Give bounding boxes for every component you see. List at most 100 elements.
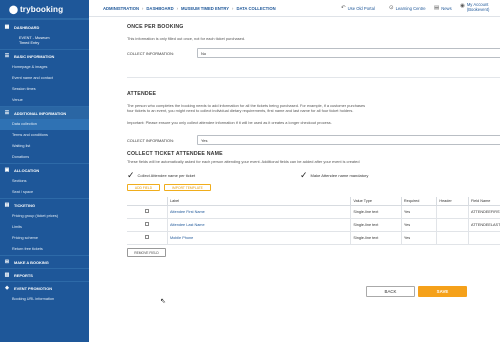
sidebar-item-venue[interactable]: Venue [0, 95, 89, 106]
sidebar-item-dashboard[interactable]: ▦ DASHBOARD [0, 19, 89, 34]
add-field-button[interactable]: ADD FIELD [127, 184, 160, 191]
row-header [436, 231, 469, 245]
learning-centre-link[interactable]: ⊙ Learning Centre [389, 5, 426, 11]
sidebar-item-label: DASHBOARD [14, 24, 40, 30]
checkbox-box [144, 235, 149, 239]
news-link[interactable]: ▤ News [434, 5, 452, 11]
row-label[interactable]: Attendee Last Name [167, 218, 352, 232]
sidebar-section-basic-information[interactable]: ☰ BASIC INFORMATION [0, 49, 89, 62]
attendee-desc-line2: four tickets to an event, you might need… [127, 108, 354, 113]
attendee-name-mandatory-checkbox[interactable]: ✓ Make Attendee name mandatory [300, 170, 368, 180]
attendee-collect-select[interactable]: Yes ▼ [197, 135, 500, 145]
table-row: Attendee Last Name Single-line text Yes … [127, 218, 500, 232]
app-window: ⬤ trybooking ▦ DASHBOARD EVENT - Museum … [0, 0, 500, 342]
my-account-link[interactable]: ◉ My Account (Bookevent) [460, 2, 489, 12]
row-label[interactable]: Mobile Phone [167, 231, 352, 245]
column-header-value-type: Value Type [350, 197, 402, 206]
attendee-note: Important: Please ensure you only collec… [127, 120, 332, 125]
sidebar-item-sections[interactable]: Sections [0, 176, 89, 187]
news-label: News [441, 5, 452, 11]
sidebar-section-allocation[interactable]: ▣ ALLOCATION [0, 163, 89, 176]
learning-centre-label: Learning Centre [395, 5, 426, 11]
fields-table: Label Value Type Required Header Field N… [127, 197, 500, 245]
once-collect-value: No [201, 50, 207, 56]
dashboard-icon: ▦ [4, 24, 10, 30]
list-icon: ☰ [4, 110, 10, 116]
attendee-title: ATTENDEE [127, 91, 157, 97]
report-icon: ▥ [4, 272, 10, 278]
sidebar-section-event-promotion[interactable]: ◈ EVENT PROMOTION [0, 281, 89, 294]
sidebar-item-session-times[interactable]: Session times [0, 84, 89, 95]
checkbox-box [144, 222, 149, 226]
sidebar-item-data-collection[interactable]: Data collection [0, 119, 89, 130]
sidebar-section-make-a-booking[interactable]: ⊞ MAKE A BOOKING [0, 255, 89, 268]
sidebar-item-homepage[interactable]: Homepage & images [0, 62, 89, 73]
event-name-line: Timed Entry [19, 41, 40, 45]
top-bar: ADMINISTRATION › DASHBOARD › MUSEUM TIME… [89, 0, 500, 17]
import-template-button[interactable]: IMPORT TEMPLATE [164, 184, 211, 191]
sidebar-item-waiting-list[interactable]: Waiting list [0, 141, 89, 152]
ticket-icon: ▤ [4, 202, 10, 208]
column-header-header: Header [436, 197, 469, 206]
table-row: Mobile Phone Single-line text Yes ⚙ [127, 231, 500, 245]
sidebar-event-name[interactable]: EVENT - Museum Timed Entry [0, 34, 89, 49]
checkmark-icon: ✓ [127, 170, 135, 180]
row-required: Yes [401, 231, 438, 245]
row-required: Yes [401, 218, 438, 232]
breadcrumb-dashboard[interactable]: DASHBOARD [146, 6, 173, 11]
breadcrumb-separator: › [232, 5, 234, 11]
breadcrumb-separator: › [176, 5, 179, 11]
checkmark-icon: ✓ [300, 170, 308, 180]
breadcrumb: ADMINISTRATION › DASHBOARD › MUSEUM TIME… [89, 6, 276, 11]
row-field-name: ATTENDEELASTNAME [468, 218, 500, 232]
old-portal-link[interactable]: ↶ Use Old Portal [341, 5, 375, 11]
remove-field-button[interactable]: REMOVE FIELD [127, 248, 166, 257]
breadcrumb-event[interactable]: MUSEUM TIMED ENTRY [181, 6, 229, 11]
sidebar-section-additional-information[interactable]: ☰ ADDITIONAL INFORMATION [0, 106, 89, 119]
once-collect-label: COLLECT INFORMATION: [127, 51, 174, 56]
row-select-checkbox[interactable] [127, 231, 168, 245]
once-per-booking-desc: This information is only filled out once… [127, 36, 246, 41]
column-header-label: Label [167, 197, 352, 206]
sidebar-section-label: MAKE A BOOKING [14, 259, 49, 265]
sidebar-section-label: ADDITIONAL INFORMATION [14, 110, 67, 116]
attendee-collect-value: Yes [201, 137, 208, 143]
sidebar-section-reports[interactable]: ▥ REPORTS [0, 268, 89, 281]
my-account-org: (Bookevent) [466, 7, 490, 12]
my-account-label: My Account (Bookevent) [467, 2, 490, 12]
main-content: ONCE PER BOOKING This information is onl… [89, 17, 500, 342]
row-select-checkbox[interactable] [127, 218, 168, 232]
sidebar-item-seat-space[interactable]: Seat / space [0, 187, 89, 198]
logo[interactable]: ⬤ trybooking [0, 0, 89, 19]
table-header-row: Label Value Type Required Header Field N… [127, 197, 500, 206]
sidebar-item-pricing-scheme[interactable]: Pricing scheme [0, 233, 89, 244]
row-label[interactable]: Attendee First Name [167, 205, 352, 219]
sidebar-item-event-name[interactable]: Event name and contact [0, 73, 89, 84]
sidebar-item-pricing-group[interactable]: Pricing group (ticket prices) [0, 211, 89, 222]
sidebar-item-return-free-tickets[interactable]: Return free tickets [0, 244, 89, 255]
once-collect-select[interactable]: No ▼ [197, 48, 500, 58]
sidebar-section-label: ALLOCATION [14, 167, 40, 173]
divider [127, 77, 500, 78]
sidebar-item-terms[interactable]: Terms and conditions [0, 130, 89, 141]
sidebar-item-booking-url[interactable]: Booking URL information [0, 294, 89, 305]
save-button[interactable]: SAVE [418, 286, 467, 297]
old-portal-label: Use Old Portal [347, 5, 375, 11]
megaphone-icon: ◈ [5, 285, 9, 291]
column-header-required: Required [401, 197, 438, 206]
cart-icon: ⊞ [4, 259, 10, 265]
breadcrumb-administration[interactable]: ADMINISTRATION [103, 6, 139, 11]
row-value-type: Single-line text [350, 231, 402, 245]
per-ticket-desc: These fields will be automatically asked… [127, 159, 360, 164]
table-row: Attendee First Name Single-line text Yes… [127, 205, 500, 219]
sidebar-item-limits[interactable]: Limits [0, 222, 89, 233]
row-select-checkbox[interactable] [127, 205, 168, 219]
collect-attendee-name-checkbox[interactable]: ✓ Collect Attendee name per ticket [127, 170, 195, 180]
back-button[interactable]: BACK [366, 286, 415, 297]
column-header-field-name: Field Name [468, 197, 500, 206]
sidebar-section-ticketing[interactable]: ▤ TICKETING [0, 198, 89, 211]
row-header [436, 205, 469, 219]
news-icon: ▤ [434, 5, 440, 11]
row-value-type: Single-line text [350, 205, 402, 219]
sidebar-item-donations[interactable]: Donations [0, 152, 89, 163]
